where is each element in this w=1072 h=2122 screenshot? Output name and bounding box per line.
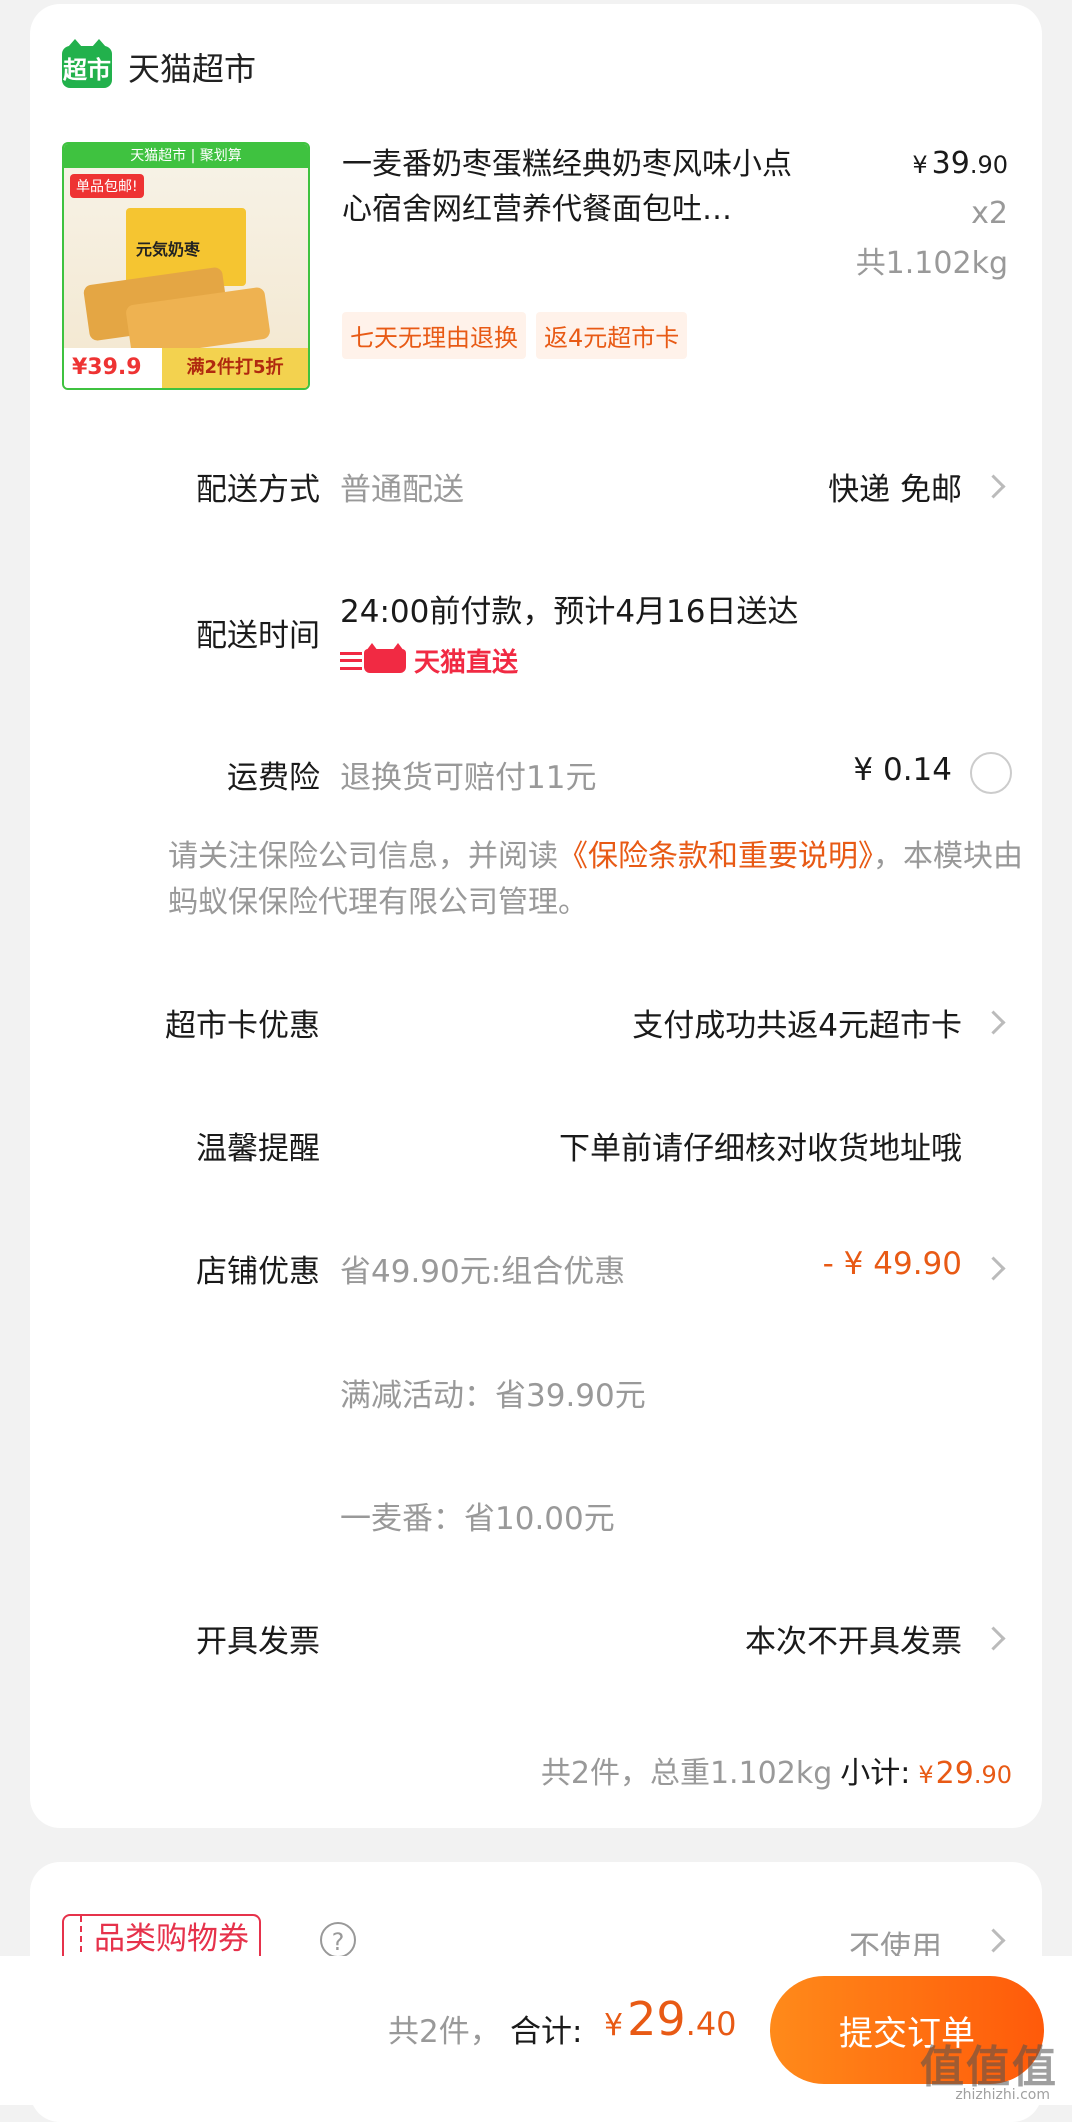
- invoice-label: 开具发票: [196, 1624, 320, 1660]
- watermark-logo: 值值值: [920, 2042, 1058, 2093]
- order-card: 超市 天猫超市 天猫超市 | 聚划算 单品包邮! 元気奶枣 ¥39.9 满2件打…: [30, 4, 1042, 1828]
- shipping-insurance-price: ¥ 0.14: [853, 752, 952, 788]
- category-coupon-label: 品类购物券: [94, 1921, 249, 1957]
- product-image-promo: 满2件打5折: [162, 348, 308, 388]
- shipping-insurance-value: 退换货可赔付11元: [340, 760, 597, 796]
- product-image-banner: 天猫超市 | 聚划算: [64, 144, 308, 168]
- tag-return-policy: 七天无理由退换: [342, 312, 526, 359]
- product-tags: 七天无理由退换 返4元超市卡: [342, 312, 688, 359]
- shipping-insurance-row: 运费险 退换货可赔付11元 ¥ 0.14: [30, 752, 1042, 802]
- chevron-right-icon: [981, 1928, 1006, 1953]
- chevron-right-icon: [981, 474, 1006, 499]
- shipping-insurance-label: 运费险: [227, 760, 320, 796]
- chevron-right-icon: [981, 1010, 1006, 1035]
- store-discount-value: 省49.90元:组合优惠: [340, 1254, 626, 1290]
- supermarket-card-label: 超市卡优惠: [165, 1008, 320, 1044]
- speed-lines-icon: [340, 651, 362, 670]
- product-box-label: 元気奶枣: [136, 240, 201, 259]
- invoice-value: 本次不开具发票: [745, 1624, 962, 1660]
- product-image[interactable]: 天猫超市 | 聚划算 单品包邮! 元気奶枣 ¥39.9 满2件打5折: [62, 142, 310, 390]
- supermarket-card-row[interactable]: 超市卡优惠 支付成功共返4元超市卡: [30, 1000, 1042, 1050]
- currency-symbol: ¥: [912, 151, 928, 179]
- store-discount-label: 店铺优惠: [196, 1254, 320, 1290]
- invoice-row[interactable]: 开具发票 本次不开具发票: [30, 1616, 1042, 1666]
- shop-header[interactable]: 超市 天猫超市: [62, 39, 257, 92]
- price-int: 39: [931, 146, 970, 181]
- checkout-total-label: 合计:: [510, 2014, 583, 2050]
- delivery-method-value: 普通配送: [340, 472, 464, 508]
- tmall-supermarket-logo: 超市: [62, 39, 112, 88]
- subtotal-label: 小计:: [840, 1756, 911, 1791]
- reminder-label: 温馨提醒: [196, 1131, 320, 1167]
- supermarket-card-value: 支付成功共返4元超市卡: [632, 1008, 962, 1044]
- chevron-right-icon: [981, 1256, 1006, 1281]
- summary-count-weight: 共2件，总重1.102kg: [540, 1756, 833, 1791]
- product-image-badge: 单品包邮!: [70, 174, 144, 198]
- checkout-item-count: 共2件，: [388, 2014, 501, 2050]
- delivery-time-value: 24:00前付款，预计4月16日送达: [340, 594, 799, 630]
- insurance-note-prefix: 请关注保险公司信息，并阅读: [168, 839, 558, 874]
- order-summary: 共2件，总重1.102kg 小计: ¥29.90: [541, 1748, 1012, 1792]
- delivery-method-right: 快递 免邮: [828, 472, 962, 508]
- watermark-url: zhizhizhi.com: [955, 2087, 1050, 2103]
- insurance-terms-link[interactable]: 《保险条款和重要说明》: [558, 839, 873, 874]
- checkout-total-price: ¥29.40: [604, 1992, 737, 2046]
- help-icon[interactable]: ?: [320, 1922, 356, 1958]
- tmall-direct-badge: 天猫直送: [340, 642, 518, 679]
- product-title[interactable]: 一麦番奶枣蛋糕经典奶枣风味小点心宿舍网红营养代餐面包吐…: [342, 142, 812, 232]
- chevron-right-icon: [981, 1626, 1006, 1651]
- product-weight: 共1.102kg: [855, 246, 1008, 281]
- insurance-radio-button[interactable]: [970, 752, 1012, 794]
- tmall-cat-icon: [364, 642, 406, 673]
- insurance-note: 请关注保险公司信息，并阅读《保险条款和重要说明》，本模块由蚂蚁保保险代理有限公司…: [168, 834, 1028, 926]
- delivery-method-row[interactable]: 配送方式 普通配送 快递 免邮: [30, 464, 1042, 514]
- store-discount-sub-full-reduction: 满减活动：省39.90元: [340, 1378, 646, 1414]
- product-price: ¥39.90: [912, 146, 1008, 181]
- price-dec: .90: [969, 151, 1008, 179]
- subtotal-price: ¥29.90: [918, 1756, 1012, 1791]
- store-discount-amount: - ¥ 49.90: [822, 1246, 962, 1282]
- delivery-method-label: 配送方式: [196, 472, 320, 508]
- reminder-value: 下单前请仔细核对收货地址哦: [559, 1131, 962, 1167]
- shop-name: 天猫超市: [128, 50, 257, 88]
- reminder-row: 温馨提醒 下单前请仔细核对收货地址哦: [30, 1123, 1042, 1173]
- product-quantity: x2: [971, 196, 1008, 231]
- tmall-direct-label: 天猫直送: [414, 648, 519, 678]
- checkout-bar: 共2件， 合计: ¥29.40 提交订单 值值值 zhizhizhi.com: [0, 1956, 1072, 2105]
- tag-supermarket-card: 返4元超市卡: [536, 312, 688, 359]
- product-image-price: ¥39.9: [64, 348, 164, 388]
- store-discount-sub-brand: 一麦番：省10.00元: [340, 1501, 615, 1537]
- delivery-time-label: 配送时间: [196, 618, 320, 654]
- store-discount-row[interactable]: 店铺优惠 省49.90元:组合优惠 - ¥ 49.90: [30, 1246, 1042, 1296]
